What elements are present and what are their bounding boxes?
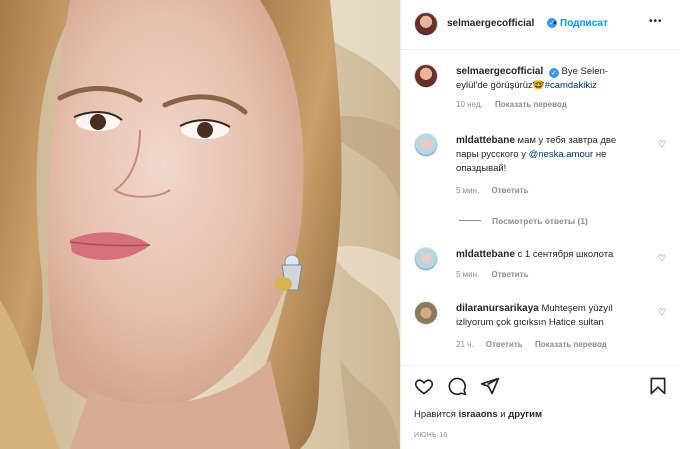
caption-time[interactable]: 10 нед. — [456, 100, 483, 109]
liker-username[interactable]: israaons — [459, 409, 498, 420]
follow-button[interactable]: Подписат — [560, 18, 608, 29]
replies-divider-line — [459, 220, 481, 221]
caption-meta: 10 нед. Показать перевод — [456, 100, 567, 109]
caption-username[interactable]: selmaergecofficial — [456, 66, 543, 77]
post-dialog: selmaergecofficial ✓ • Подписат ••• selm… — [0, 0, 680, 449]
reply-button[interactable]: Ответить — [492, 186, 529, 195]
more-icon[interactable]: ••• — [649, 16, 663, 27]
comment-line3: опаздывай! — [456, 163, 507, 174]
commenter-avatar[interactable] — [414, 301, 438, 325]
post-header: selmaergecofficial ✓ • Подписат ••• — [401, 0, 680, 50]
likes-summary: Нравится israaons и другим — [414, 409, 542, 420]
comment-time[interactable]: 5 мин. — [456, 186, 479, 195]
view-replies-button[interactable]: Посмотреть ответы (1) — [492, 216, 588, 226]
comment-like-heart-icon[interactable]: ♡ — [658, 140, 666, 150]
reply-button[interactable]: Ответить — [486, 340, 523, 349]
verified-badge-icon: ✓ — [548, 68, 559, 78]
bookmark-icon[interactable] — [648, 376, 668, 396]
comment-icon[interactable] — [447, 376, 467, 396]
comment-meta: 5 мин. Ответить — [456, 270, 528, 279]
post-date[interactable]: ИЮНЬ 16 — [414, 432, 448, 439]
post-photo[interactable] — [0, 0, 400, 449]
likes-prefix: Нравится — [414, 409, 459, 420]
comment-like-heart-icon[interactable]: ♡ — [658, 254, 666, 264]
comment-text: mldattebane с 1 сентября школота — [456, 248, 613, 262]
heart-icon[interactable] — [414, 376, 434, 396]
nerd-emoji-icon: 🤓 — [532, 80, 545, 91]
likes-and: и — [497, 409, 509, 420]
comment-line2: пары русского у — [456, 149, 529, 160]
separator-dot: • — [553, 18, 557, 29]
comment-meta: 5 мин. Ответить — [456, 186, 528, 195]
comment-line2-end: не — [593, 149, 607, 160]
comment-like-heart-icon[interactable]: ♡ — [658, 308, 666, 318]
comment-username[interactable]: mldattebane — [456, 249, 515, 260]
show-translation-link[interactable]: Показать перевод — [495, 100, 567, 109]
comment-username[interactable]: dilaranursarikaya — [456, 303, 539, 314]
comment-meta: 21 ч. Ответить Показать перевод — [456, 340, 607, 349]
mention-link[interactable]: @neska.amour — [529, 149, 594, 160]
comment-time[interactable]: 21 ч. — [456, 340, 474, 349]
selfie-image — [0, 0, 400, 449]
caption-line2: eylül'de görüşürüz — [456, 80, 533, 91]
comment-body: с 1 сентября школота — [517, 249, 614, 260]
post-side-panel: selmaergecofficial ✓ • Подписат ••• selm… — [400, 0, 680, 449]
comment-text: mldattebane мам у тебя завтра две пары р… — [456, 134, 616, 176]
comment-line2: izliyorum çok gıcıksın Hatice sultan — [456, 317, 604, 328]
show-translation-link[interactable]: Показать перевод — [535, 340, 607, 349]
comment-text: dilaranursarikaya Muhteşem yüzyıl izliyo… — [456, 302, 613, 330]
caption-text: selmaergecofficial ✓ Bye Selen- eylül'de… — [456, 65, 608, 93]
reply-button[interactable]: Ответить — [492, 270, 529, 279]
comment-line1: мам у тебя завтра две — [517, 135, 617, 146]
author-username[interactable]: selmaergecofficial — [447, 18, 534, 29]
share-icon[interactable] — [480, 376, 500, 396]
comment-time[interactable]: 5 мин. — [456, 270, 479, 279]
author-avatar[interactable] — [414, 12, 438, 36]
comment-username[interactable]: mldattebane — [456, 135, 515, 146]
caption-hashtag-link[interactable]: #camdakikiz — [545, 80, 597, 91]
caption-line1: Bye Selen- — [561, 66, 609, 77]
likes-others-link[interactable]: другим — [508, 409, 542, 420]
commenter-avatar[interactable] — [414, 133, 438, 157]
caption-avatar[interactable] — [414, 64, 438, 88]
comment-line1: Muhteşem yüzyıl — [541, 303, 613, 314]
commenter-avatar[interactable] — [414, 247, 438, 271]
